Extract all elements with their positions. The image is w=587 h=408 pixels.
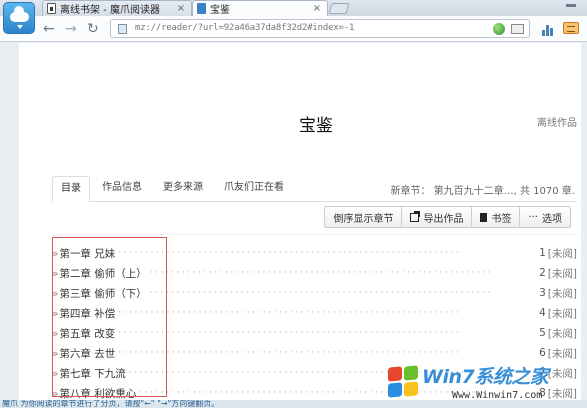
- export-button[interactable]: 导出作品: [401, 206, 473, 228]
- divider: [52, 234, 577, 235]
- read-status: [未阅]: [547, 327, 577, 340]
- watermark-title: Win7系统之家: [422, 366, 549, 388]
- read-status: [未阅]: [547, 267, 577, 280]
- chapter-number: 4: [539, 307, 546, 319]
- reload-icon[interactable]: ↻: [87, 21, 99, 37]
- page-icon: [118, 24, 127, 34]
- chart-icon[interactable]: [541, 22, 555, 36]
- options-button[interactable]: ··· 选项: [519, 206, 571, 228]
- dot-leader: ········································…: [118, 308, 462, 318]
- chapter-number: 3: [539, 287, 546, 299]
- globe-icon[interactable]: [493, 23, 505, 35]
- chapter-number: 2: [539, 267, 546, 279]
- chapter-number: 5: [539, 327, 546, 339]
- close-icon[interactable]: ×: [177, 3, 185, 14]
- tab-friends-reading[interactable]: 爪友们正在看: [216, 176, 292, 202]
- read-status: [未阅]: [547, 247, 577, 260]
- dot-leader: ········································…: [149, 268, 493, 278]
- reader-mode-icon[interactable]: [511, 24, 524, 34]
- menu-icon[interactable]: [563, 22, 579, 34]
- bookmark-icon: [480, 212, 488, 222]
- forward-arrow-icon[interactable]: →: [65, 21, 77, 37]
- tab-label: 离线书架 - 魔爪阅读器: [60, 5, 160, 16]
- book-page-icon: [47, 3, 56, 14]
- chapter-number: 1: [539, 247, 546, 259]
- book-title: 宝鉴: [299, 116, 333, 136]
- browser-toolbar: ← → ↻ mz://reader/?url=92a46a37da8f32d2#…: [0, 16, 587, 42]
- tab-offline-shelf[interactable]: 离线书架 - 魔爪阅读器 ×: [42, 0, 192, 16]
- read-status: [未阅]: [547, 287, 577, 300]
- tab-toc[interactable]: 目录: [52, 176, 90, 202]
- status-bar: 魔爪 为你阅读的章节进行了分页，请按"←" "→"方向键翻页。: [0, 400, 587, 408]
- dot-leader: ········································…: [118, 248, 462, 258]
- read-status: [未阅]: [547, 307, 577, 320]
- book-tabs: 目录 作品信息 更多来源 爪友们正在看 新章节： 第九百九十二章…, 共 107…: [52, 176, 577, 202]
- dot-leader: ········································…: [118, 348, 462, 358]
- action-buttons: 倒序显示章节 导出作品 书签 ··· 选项: [324, 206, 571, 230]
- new-tab-button[interactable]: [328, 3, 350, 14]
- chapter-number: 6: [539, 347, 546, 359]
- export-icon: [410, 210, 421, 222]
- offline-works-link[interactable]: 离线作品: [537, 114, 577, 129]
- app-logo-cloud-icon[interactable]: [3, 2, 35, 34]
- page-icon: [197, 3, 206, 14]
- windows-logo-icon: [386, 364, 420, 398]
- minimize-icon[interactable]: [566, 4, 576, 7]
- reverse-order-button[interactable]: 倒序显示章节: [324, 206, 403, 228]
- new-chapter-info[interactable]: 新章节： 第九百九十二章…, 共 1070 章.: [390, 182, 575, 197]
- address-url[interactable]: mz://reader/?url=92a46a37da8f32d2#index=…: [135, 23, 354, 33]
- tab-baojian[interactable]: 宝鉴 ×: [192, 0, 328, 16]
- tab-label: 宝鉴: [210, 5, 230, 16]
- highlight-box: [52, 237, 167, 397]
- dot-leader: ········································…: [149, 288, 493, 298]
- back-arrow-icon[interactable]: ←: [43, 21, 55, 37]
- close-icon[interactable]: ×: [313, 3, 321, 14]
- address-bar[interactable]: mz://reader/?url=92a46a37da8f32d2#index=…: [110, 19, 530, 38]
- tab-more-sources[interactable]: 更多来源: [155, 176, 211, 202]
- more-dots-icon: ···: [528, 211, 538, 223]
- tab-bar: 离线书架 - 魔爪阅读器 × 宝鉴 ×: [0, 0, 587, 34]
- read-status: [未阅]: [547, 347, 577, 360]
- bookmark-button[interactable]: 书签: [471, 206, 521, 228]
- dot-leader: ········································…: [118, 328, 462, 338]
- tab-book-info[interactable]: 作品信息: [94, 176, 150, 202]
